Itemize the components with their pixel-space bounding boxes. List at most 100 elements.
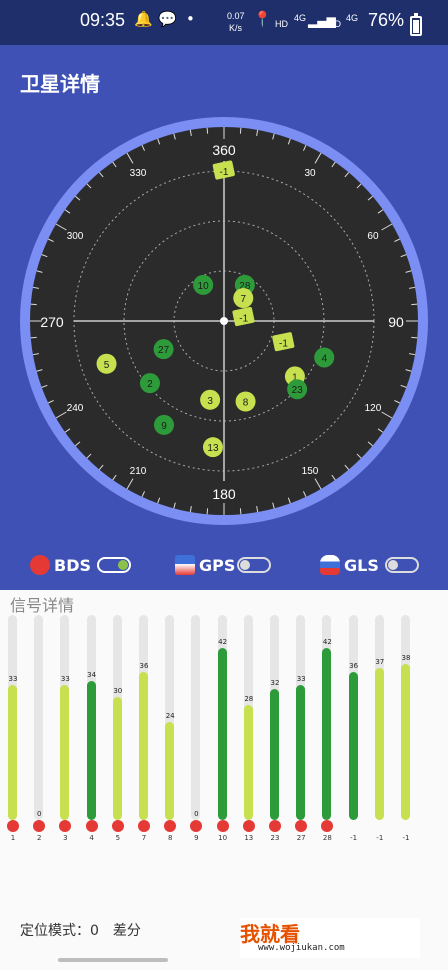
satellite-id: -1 xyxy=(220,167,229,178)
home-indicator[interactable] xyxy=(58,958,168,962)
satellite-id: 4 xyxy=(321,353,327,364)
signal-bar-label: 8 xyxy=(167,834,173,842)
compass-tick xyxy=(30,336,37,339)
signal-bar-label: -1 xyxy=(376,834,384,842)
signal-bar-label: 28 xyxy=(322,834,332,842)
signal-bar-label: -1 xyxy=(402,834,410,842)
signal-bar-track xyxy=(86,615,96,820)
compass-label: 120 xyxy=(365,403,382,414)
compass-label: 210 xyxy=(130,466,147,477)
signal-bar-value: 38 xyxy=(401,654,411,663)
china-flag-icon xyxy=(269,820,281,832)
compass-label: 30 xyxy=(304,168,316,179)
positioning-mode: 定位模式：0 差分 xyxy=(20,923,141,939)
china-flag-icon xyxy=(85,820,98,832)
gps-toggle-knob xyxy=(240,560,251,570)
signal-bar-fill xyxy=(112,697,122,820)
satellite-id: 9 xyxy=(161,421,167,432)
satellite-id: 5 xyxy=(104,360,110,371)
china-flag-icon xyxy=(30,555,50,575)
satellite-id: 8 xyxy=(243,397,249,408)
network-type-2: 4G xyxy=(346,13,359,23)
gls-toggle-knob xyxy=(387,560,398,570)
signal-bar-track xyxy=(60,615,70,820)
signal-bar-value: 0 xyxy=(194,810,199,818)
signal-bar-track xyxy=(374,615,384,820)
signal-bar-value: 0 xyxy=(36,810,42,818)
legend-gps-label: GPS xyxy=(199,555,236,575)
signal-bar-label: 10 xyxy=(218,834,228,842)
signal-bar-fill xyxy=(86,680,96,820)
gps-toggle[interactable] xyxy=(237,557,272,573)
dot-icon: • xyxy=(186,10,195,28)
hd-badge-1: HD xyxy=(275,19,288,29)
compass-tick xyxy=(411,303,418,306)
signal-bar-value: 36 xyxy=(349,662,359,671)
signal-bar-track xyxy=(139,615,148,820)
compass-tick xyxy=(206,508,209,515)
signal-bar-value: 33 xyxy=(296,674,306,683)
satellite-id: 7 xyxy=(241,294,247,305)
signal-bar-value: 36 xyxy=(139,662,149,671)
signal-bar-fill xyxy=(270,688,279,820)
china-flag-icon xyxy=(111,820,124,832)
location-icon: 📍 xyxy=(253,10,272,28)
compass-label: 300 xyxy=(67,231,84,242)
bds-toggle[interactable] xyxy=(97,557,131,573)
net-speed-unit: K/s xyxy=(229,23,243,33)
signal-bar-value: 33 xyxy=(60,674,70,683)
signal-bar-track xyxy=(348,615,358,820)
signal-bar-value: 42 xyxy=(218,637,228,646)
compass-label: 180 xyxy=(212,486,236,502)
message-icon: 💬 xyxy=(158,10,177,28)
signal-bar-fill xyxy=(165,721,175,820)
watermark-url: www.wojiukan.com xyxy=(258,943,345,953)
satellite-id: -1 xyxy=(279,339,288,350)
signal-bar-track xyxy=(8,615,17,820)
satellite-id: 10 xyxy=(198,281,210,292)
compass-label: 330 xyxy=(130,168,147,179)
signal-bar-fill xyxy=(217,647,227,820)
china-flag-icon xyxy=(7,820,19,832)
signal-bar-fill xyxy=(322,647,332,820)
signal-bar-fill xyxy=(8,684,17,820)
usa-flag-icon xyxy=(175,555,195,575)
compass-label: 90 xyxy=(388,314,404,330)
signal-bar-label: 7 xyxy=(141,834,147,842)
signal-panel-title: 信号详情 xyxy=(10,596,75,615)
satellite-id: 27 xyxy=(158,345,170,356)
signal-bar-track xyxy=(112,615,122,820)
status-time: 09:35 xyxy=(80,10,126,30)
satellite-id: 23 xyxy=(292,385,304,396)
center-dot xyxy=(220,317,228,325)
compass-label: 60 xyxy=(367,231,379,242)
signal-bar-label: 1 xyxy=(10,834,16,842)
signal-bar-fill xyxy=(401,664,410,820)
legend-bds: BDS xyxy=(30,550,131,580)
signal-bar-track xyxy=(296,615,306,820)
page-title: 卫星详情 xyxy=(20,72,100,96)
net-speed-value: 0.07 xyxy=(227,11,245,21)
sky-plot: 360 30 60 90 120 150 180 210 240 270 300 330 -1 10 2 8 7… xyxy=(20,117,428,525)
compass-tick xyxy=(239,127,242,134)
legend-bds-label: BDS xyxy=(54,555,91,575)
signal-bar-label: 3 xyxy=(63,834,68,842)
signal-bar-label: 5 xyxy=(115,834,121,842)
compass-label: 360 xyxy=(212,142,236,158)
signal-bar-label: 13 xyxy=(244,834,254,842)
signal-bar-fill xyxy=(348,672,358,820)
compass-tick xyxy=(206,127,209,134)
signal-bar-fill xyxy=(374,668,384,820)
satellite-id: -1 xyxy=(239,314,248,325)
battery-icon xyxy=(410,13,422,36)
china-flag-icon xyxy=(242,820,255,832)
signal-bar-fill xyxy=(296,684,306,820)
status-bar: 09:35 🔔 💬 • 0.07 K/s 📍 HD 4G ▂▄▆ HD 4G 7… xyxy=(0,0,448,45)
signal-bar-label: 4 xyxy=(89,834,94,842)
russia-flag-icon xyxy=(320,555,340,575)
compass-label: 240 xyxy=(67,403,84,414)
gls-toggle[interactable] xyxy=(384,557,419,573)
compass-label: 270 xyxy=(40,314,64,330)
network-type-1: 4G xyxy=(294,13,307,23)
satellite-id: 2 xyxy=(147,379,153,390)
